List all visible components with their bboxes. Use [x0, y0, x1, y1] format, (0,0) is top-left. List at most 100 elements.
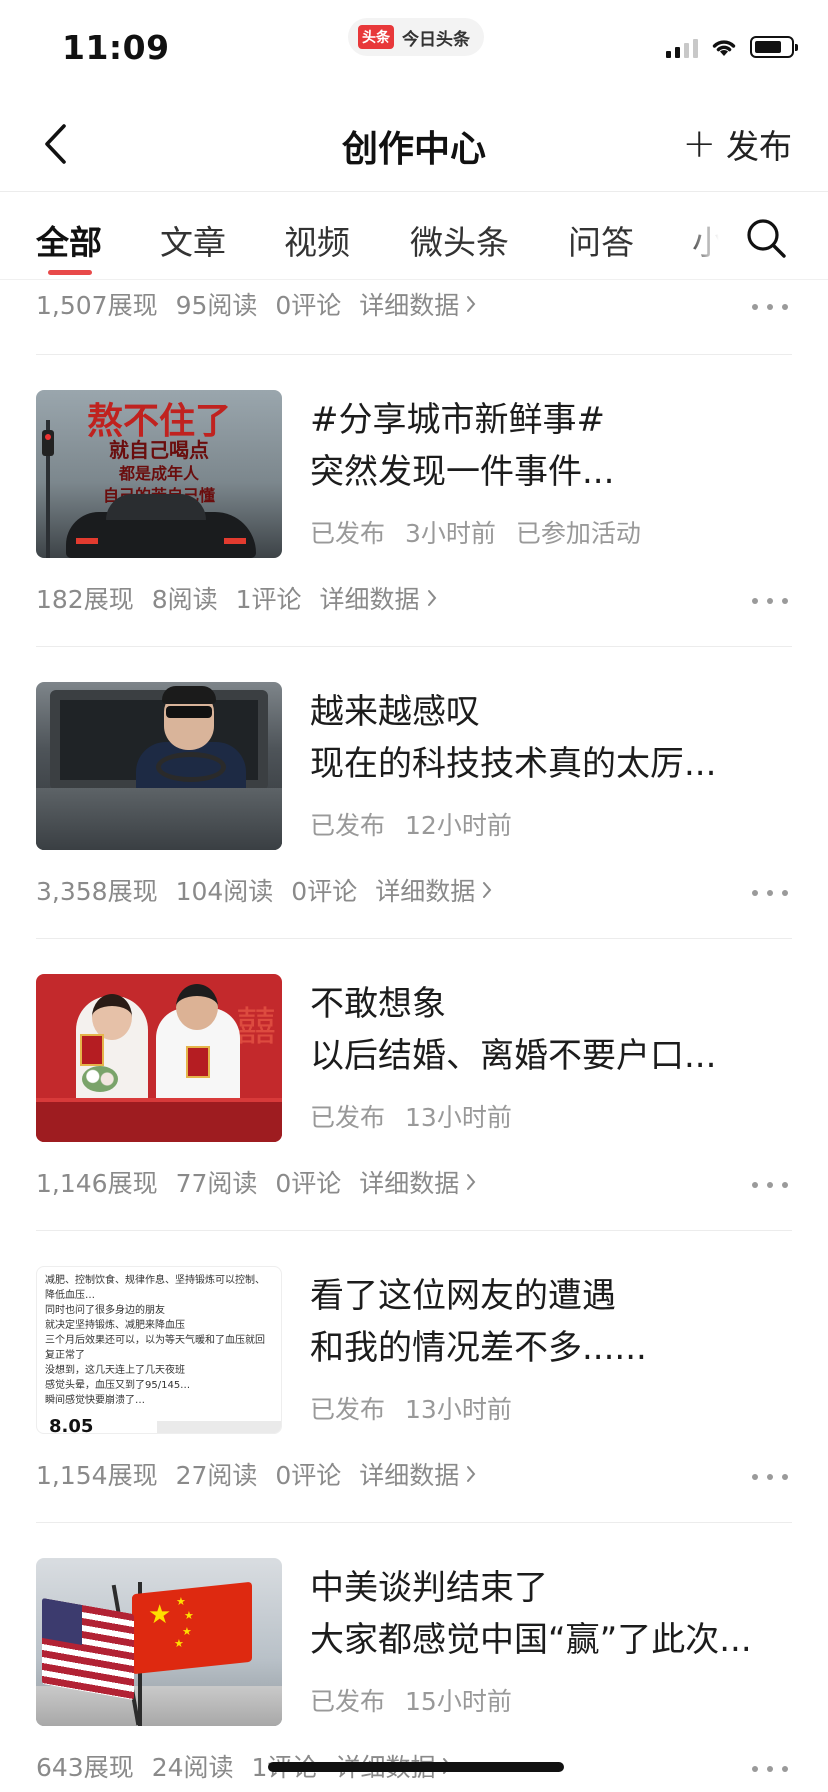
divider [36, 354, 792, 355]
more-options-button[interactable] [752, 1180, 788, 1190]
read-count: 77阅读 [175, 1169, 258, 1198]
stats-row: 182展现 8阅读 1评论 详细数据 [36, 580, 456, 616]
divider [36, 1230, 792, 1231]
thumb-footer: 8.05 [49, 1416, 94, 1434]
cellular-signal-icon [666, 36, 698, 58]
app-indicator-chip[interactable]: 头条 今日头条 [348, 18, 484, 56]
stats-row: 1,146展现 77阅读 0评论 详细数据 [36, 1164, 495, 1200]
status-icons [666, 36, 798, 58]
chevron-right-icon [467, 1466, 476, 1482]
article-meta: 已发布 13小时前 [310, 1098, 512, 1134]
publish-status: 已发布 [310, 1395, 386, 1424]
tab-micro-posts[interactable]: 微头条 [410, 216, 509, 264]
toutiao-logo: 头条 [358, 25, 394, 49]
publish-time: 15小时前 [405, 1687, 512, 1716]
nav-bar: 创作中心 + 发布 [0, 96, 828, 192]
article-thumbnail[interactable]: 熬不住了 就自己喝点 都是成年人 自己的苦自己懂 [36, 390, 282, 558]
tab-qa[interactable]: 问答 [568, 216, 634, 264]
article-thumbnail[interactable] [36, 682, 282, 850]
chevron-right-icon [467, 296, 476, 312]
divider [36, 646, 792, 647]
detail-data-link[interactable]: 详细数据 [359, 286, 477, 322]
publish-label: 发布 [726, 127, 792, 166]
divider [36, 1522, 792, 1523]
tab-fade-overlay [688, 202, 732, 270]
active-tab-indicator [48, 270, 92, 275]
detail-data-link[interactable]: 详细数据 [359, 1164, 477, 1200]
article-title-line-1[interactable]: 不敢想象 [310, 976, 446, 1025]
status-time: 11:09 [62, 28, 170, 67]
article-item[interactable]: 囍 不敢想象 以后结婚、离婚不要户口... 已发布 13小时前 1,146展现 … [0, 940, 828, 1232]
tab-articles[interactable]: 文章 [160, 216, 226, 264]
thumb-text-line: 复正常了 [45, 1350, 85, 1361]
comment-count: 1评论 [235, 585, 302, 614]
more-options-button[interactable] [752, 1764, 788, 1774]
detail-data-label: 详细数据 [319, 585, 420, 614]
search-button[interactable] [744, 216, 788, 260]
publish-status: 已发布 [310, 1103, 386, 1132]
back-button[interactable] [30, 116, 80, 172]
thumb-text-line: 都是成年人 [118, 464, 199, 483]
article-item[interactable]: 减肥、控制饮食、规律作息、坚持锻炼可以控制、 降低血压… 同时也问了很多身边的朋… [0, 1232, 828, 1524]
article-title-line-2[interactable]: 和我的情况差不多...... [310, 1320, 647, 1369]
article-title-line-1[interactable]: #分享城市新鲜事# [310, 392, 605, 441]
comment-count: 0评论 [275, 1169, 342, 1198]
article-thumbnail[interactable]: 囍 [36, 974, 282, 1142]
publish-status: 已发布 [310, 811, 386, 840]
activity-tag: 已参加活动 [515, 519, 641, 548]
thumb-text-line: 三个月后效果还可以，以为等天气暖和了血压就回 [45, 1335, 265, 1346]
read-count: 8阅读 [151, 585, 218, 614]
tab-all[interactable]: 全部 [36, 216, 102, 264]
comment-count: 0评论 [275, 291, 342, 320]
detail-data-label: 详细数据 [359, 1169, 460, 1198]
article-item[interactable]: 越来越感叹 现在的科技技术真的太厉... 已发布 12小时前 3,358展现 1… [0, 648, 828, 940]
article-meta: 已发布 15小时前 [310, 1682, 512, 1718]
detail-data-link[interactable]: 详细数据 [375, 872, 493, 908]
chevron-right-icon [427, 590, 436, 606]
publish-time: 13小时前 [405, 1103, 512, 1132]
article-title-line-2[interactable]: 大家都感觉中国“赢”了此次... [310, 1612, 752, 1661]
thumb-text-line: 降低血压… [45, 1290, 95, 1301]
stats-row: 1,507展现 95阅读 0评论 详细数据 [36, 286, 495, 322]
read-count: 27阅读 [175, 1461, 258, 1490]
article-item[interactable]: ★ ★ ★ ★ ★ 中美谈判结束了 大家都感觉中国“赢”了此次... 已发布 1… [0, 1524, 828, 1792]
read-count: 24阅读 [151, 1753, 234, 1782]
more-options-button[interactable] [752, 596, 788, 606]
thumb-text-block: 减肥、控制饮食、规律作息、坚持锻炼可以控制、 降低血压… 同时也问了很多身边的朋… [45, 1273, 275, 1408]
comment-count: 0评论 [275, 1461, 342, 1490]
thumb-text-line: 就自己喝点 [109, 438, 209, 462]
article-title-line-2[interactable]: 以后结婚、离婚不要户口... [310, 1028, 716, 1077]
detail-data-label: 详细数据 [375, 877, 476, 906]
article-title-line-1[interactable]: 中美谈判结束了 [310, 1560, 548, 1609]
article-title-line-2[interactable]: 突然发现一件事件... [310, 444, 614, 493]
article-thumbnail[interactable]: ★ ★ ★ ★ ★ [36, 1558, 282, 1726]
article-title-line-2[interactable]: 现在的科技技术真的太厉... [310, 736, 716, 785]
publish-time: 13小时前 [405, 1395, 512, 1424]
more-options-button[interactable] [752, 888, 788, 898]
thumb-text-line: 没想到，这几天连上了几天夜班 [45, 1365, 185, 1376]
article-thumbnail[interactable]: 减肥、控制饮食、规律作息、坚持锻炼可以控制、 降低血压… 同时也问了很多身边的朋… [36, 1266, 282, 1434]
more-options-button[interactable] [752, 1472, 788, 1482]
plus-icon: + [682, 121, 716, 167]
publish-button[interactable]: + 发布 [682, 120, 792, 168]
category-tabs: 全部 文章 视频 微头条 问答 小 [0, 192, 828, 280]
comment-count: 0评论 [291, 877, 358, 906]
home-indicator[interactable] [268, 1762, 564, 1772]
view-count: 1,154展现 [36, 1461, 158, 1490]
publish-status: 已发布 [310, 1687, 386, 1716]
chevron-left-icon [45, 124, 66, 164]
article-meta: 已发布 3小时前 已参加活动 [310, 514, 641, 550]
view-count: 3,358展现 [36, 877, 158, 906]
detail-data-label: 详细数据 [359, 1461, 460, 1490]
detail-data-label: 详细数据 [359, 291, 460, 320]
read-count: 104阅读 [175, 877, 274, 906]
chevron-right-icon [467, 1174, 476, 1190]
more-options-button[interactable] [752, 302, 788, 312]
article-title-line-1[interactable]: 看了这位网友的遭遇 [310, 1268, 616, 1317]
detail-data-link[interactable]: 详细数据 [359, 1456, 477, 1492]
article-title-line-1[interactable]: 越来越感叹 [310, 684, 480, 733]
tab-videos[interactable]: 视频 [284, 216, 350, 264]
view-count: 1,507展现 [36, 291, 158, 320]
article-item[interactable]: 熬不住了 就自己喝点 都是成年人 自己的苦自己懂 #分享城市新鲜事# 突然发现一… [0, 356, 828, 648]
detail-data-link[interactable]: 详细数据 [320, 580, 438, 616]
